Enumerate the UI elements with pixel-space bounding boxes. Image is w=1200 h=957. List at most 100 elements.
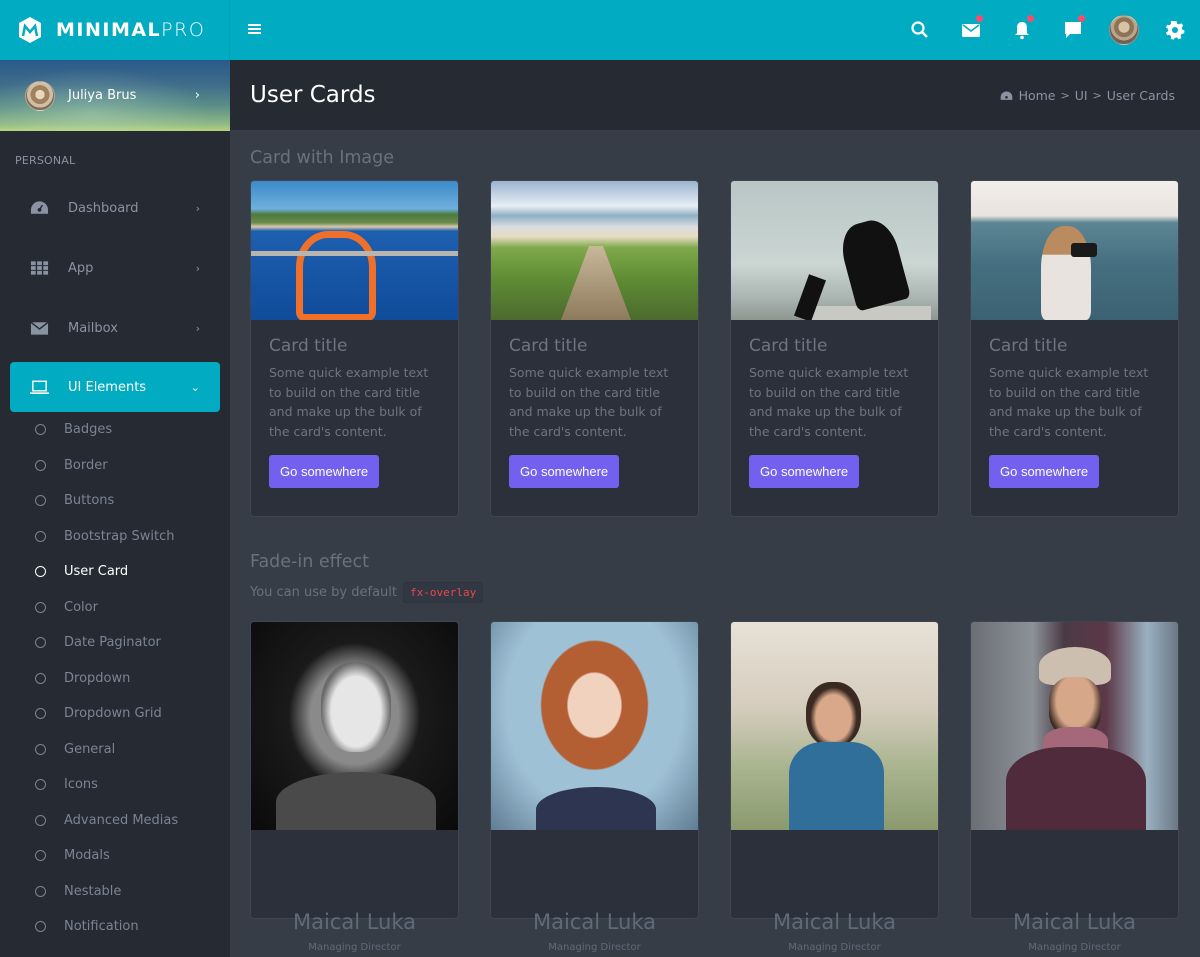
submenu-label: Icons (64, 777, 98, 793)
card-image-woman-camera (971, 181, 1178, 320)
circle-icon (35, 921, 46, 933)
card-image-stairs (491, 181, 698, 320)
submenu-label: Nestable (64, 883, 122, 899)
circle-icon (35, 495, 46, 507)
user-avatar (25, 80, 55, 111)
circle-icon (35, 814, 46, 826)
chevron-right-icon: › (195, 201, 200, 215)
submenu-label: Notification (64, 919, 139, 935)
circle-icon (35, 708, 46, 720)
submenu-item-dropdown[interactable]: Dropdown (0, 661, 230, 697)
profile-role: Managing Director (308, 942, 401, 953)
sidebar-item-label: Mailbox (68, 320, 118, 336)
menu-toggle-icon[interactable] (248, 24, 261, 36)
profile-card[interactable] (490, 621, 699, 919)
search-icon (910, 21, 928, 38)
breadcrumb: Home > UI > User Cards (1000, 88, 1175, 103)
submenu-item-color[interactable]: Color (0, 590, 230, 626)
profile-role: Managing Director (1028, 942, 1121, 953)
card-image-woman-sitting (731, 181, 938, 320)
ui-elements-submenu: Badges Border Buttons Bootstrap Switch U… (0, 412, 230, 945)
submenu-item-date-paginator[interactable]: Date Paginator (0, 625, 230, 661)
image-card: Card title Some quick example text to bu… (250, 180, 459, 517)
breadcrumb-separator: > (1060, 89, 1070, 102)
submenu-item-bootstrap-switch[interactable]: Bootstrap Switch (0, 519, 230, 555)
sidebar-item-app[interactable]: App › (0, 238, 230, 298)
profile-image-red-hair-woman (491, 622, 698, 830)
go-somewhere-button[interactable]: Go somewhere (989, 455, 1100, 488)
notification-badge (1027, 15, 1034, 22)
circle-icon (35, 424, 46, 436)
image-card: Card title Some quick example text to bu… (490, 180, 699, 517)
chevron-right-icon: › (194, 88, 200, 103)
profile-name: Maical Luka (1012, 910, 1137, 934)
section-subtitle: You can use by default fx-overlay (250, 582, 484, 603)
code-snippet: fx-overlay (403, 582, 484, 603)
go-somewhere-button[interactable]: Go somewhere (749, 455, 860, 488)
profile-name: Maical Luka (292, 910, 417, 934)
submenu-item-nestable[interactable]: Nestable (0, 874, 230, 910)
search-button[interactable] (894, 0, 945, 60)
dashboard-icon (1000, 90, 1012, 100)
grid-icon (30, 261, 49, 275)
top-navbar: MINIMALPRO (0, 0, 1200, 60)
circle-icon (35, 459, 46, 471)
bell-icon (1014, 22, 1029, 40)
laptop-icon (30, 380, 49, 395)
submenu-label: Advanced Medias (64, 812, 179, 828)
main-content: Card with Image Card title Some quick ex… (230, 130, 1200, 957)
submenu-label: Badges (64, 422, 113, 438)
chevron-right-icon: › (195, 321, 200, 335)
submenu-item-border[interactable]: Border (0, 448, 230, 484)
avatar (1108, 15, 1139, 45)
settings-button[interactable] (1149, 0, 1200, 60)
mail-button[interactable] (945, 0, 996, 60)
brand-name: MINIMALPRO (56, 19, 206, 41)
profile-card[interactable] (970, 621, 1179, 919)
sidebar-item-ui-elements[interactable]: UI Elements ⌄ (10, 362, 220, 412)
submenu-item-icons[interactable]: Icons (0, 767, 230, 803)
submenu-item-general[interactable]: General (0, 732, 230, 768)
notifications-button[interactable] (996, 0, 1047, 60)
page-title: User Cards (250, 82, 376, 108)
circle-icon (35, 637, 46, 649)
image-card: Card title Some quick example text to bu… (730, 180, 939, 517)
sidebar-item-label: UI Elements (68, 379, 147, 395)
notification-badge (1078, 15, 1085, 22)
go-somewhere-button[interactable]: Go somewhere (269, 455, 380, 488)
submenu-item-buttons[interactable]: Buttons (0, 483, 230, 519)
breadcrumb-current: User Cards (1106, 88, 1175, 103)
sidebar-item-mailbox[interactable]: Mailbox › (0, 298, 230, 358)
profile-role: Managing Director (548, 942, 641, 953)
card-text: Some quick example text to build on the … (509, 365, 669, 439)
go-somewhere-button[interactable]: Go somewhere (509, 455, 620, 488)
dashboard-icon (30, 201, 49, 214)
sidebar-item-label: App (68, 260, 94, 276)
submenu-label: Dropdown (64, 670, 131, 686)
circle-icon (35, 743, 46, 755)
card-title: Card title (989, 336, 1068, 356)
circle-icon (35, 850, 46, 862)
card-text: Some quick example text to build on the … (749, 365, 909, 439)
user-menu-button[interactable] (1098, 0, 1149, 60)
submenu-item-badges[interactable]: Badges (0, 412, 230, 448)
subtitle-text: You can use by default (250, 585, 397, 600)
profile-image-man-bw (251, 622, 458, 830)
submenu-item-notification[interactable]: Notification (0, 909, 230, 945)
breadcrumb-home[interactable]: Home (1019, 88, 1056, 103)
brand-logo[interactable]: MINIMALPRO (0, 0, 230, 60)
mail-icon (961, 24, 980, 37)
profile-card[interactable] (730, 621, 939, 919)
notification-badge (976, 15, 983, 22)
messages-button[interactable] (1047, 0, 1098, 60)
card-image-rope (251, 181, 458, 320)
submenu-item-user-card[interactable]: User Card (0, 554, 230, 590)
submenu-item-dropdown-grid[interactable]: Dropdown Grid (0, 696, 230, 732)
circle-icon (35, 601, 46, 613)
submenu-item-modals[interactable]: Modals (0, 838, 230, 874)
submenu-item-advanced-medias[interactable]: Advanced Medias (0, 803, 230, 839)
profile-card[interactable] (250, 621, 459, 919)
sidebar-user-panel[interactable]: Juliya Brus › (0, 60, 230, 131)
breadcrumb-ui[interactable]: UI (1075, 88, 1088, 103)
sidebar-item-dashboard[interactable]: Dashboard › (0, 178, 230, 238)
